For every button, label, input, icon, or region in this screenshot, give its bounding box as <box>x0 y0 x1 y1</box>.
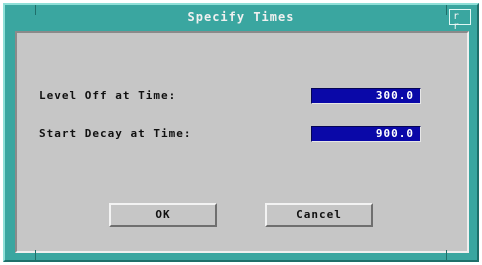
dialog-content-panel: Level Off at Time: 300.0 Start Decay at … <box>15 31 469 253</box>
frame-resize-notch[interactable] <box>35 5 36 15</box>
frame-resize-notch[interactable] <box>35 250 36 260</box>
ok-button[interactable]: OK <box>109 203 217 227</box>
start-decay-label: Start Decay at Time: <box>39 127 192 140</box>
dialog-title: Specify Times <box>9 8 473 26</box>
maximize-glyph: r r <box>453 11 460 32</box>
level-off-label: Level Off at Time: <box>39 89 177 102</box>
maximize-icon[interactable]: r r <box>449 9 471 32</box>
level-off-time-input[interactable]: 300.0 <box>311 88 421 104</box>
cancel-button[interactable]: Cancel <box>265 203 373 227</box>
frame-resize-notch[interactable] <box>446 5 447 15</box>
dialog-window: r Specify Times r r Level Off at Time: 3… <box>3 3 479 262</box>
frame-resize-notch[interactable] <box>446 250 447 260</box>
start-decay-time-input[interactable]: 900.0 <box>311 126 421 142</box>
